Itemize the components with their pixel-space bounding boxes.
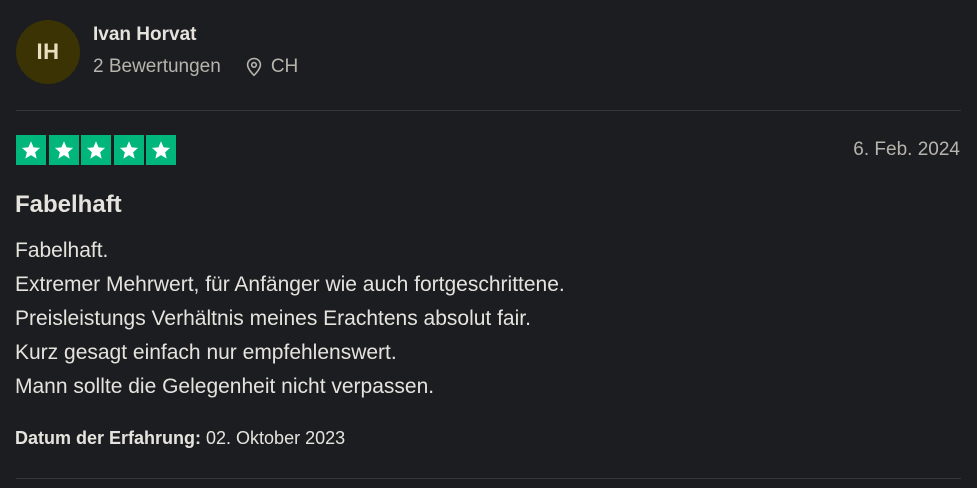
- experience-date: Datum der Erfahrung: 02. Oktober 2023: [15, 428, 345, 449]
- review-title[interactable]: Fabelhaft: [15, 191, 122, 219]
- review-body-line: Fabelhaft.: [15, 239, 109, 262]
- experience-date-label: Datum der Erfahrung:: [15, 428, 207, 448]
- experience-date-value: 02. Oktober 2023: [206, 428, 346, 448]
- star-icon: [48, 135, 79, 165]
- review-body-line: Extremer Mehrwert, für Anfänger wie auch…: [15, 273, 565, 296]
- star-icon: [16, 135, 46, 165]
- reviewer-location: CH: [245, 56, 298, 78]
- divider: [16, 478, 961, 479]
- reviewer-name[interactable]: Ivan Horvat: [93, 24, 196, 46]
- location-pin-icon: [246, 57, 262, 77]
- star-rating: [16, 135, 179, 165]
- review-body-line: Preisleistungs Verhältnis meines Erachte…: [15, 307, 531, 330]
- star-icon: [146, 135, 176, 165]
- star-icon: [113, 135, 144, 165]
- country-code: CH: [270, 56, 299, 77]
- review-body-line: Kurz gesagt einfach nur empfehlenswert.: [15, 341, 397, 364]
- review-card: IH Ivan Horvat 2 Bewertungen CH 6. Feb. …: [0, 0, 977, 488]
- avatar[interactable]: IH: [16, 20, 80, 84]
- review-body-line: Mann sollte die Gelegenheit nicht verpas…: [15, 375, 435, 398]
- reviewer-meta: 2 Bewertungen CH: [93, 56, 298, 78]
- avatar-initials: IH: [36, 39, 60, 64]
- review-body: Fabelhaft. Extremer Mehrwert, für Anfäng…: [15, 234, 565, 404]
- review-date: 6. Feb. 2024: [853, 139, 960, 160]
- star-icon: [81, 135, 111, 165]
- divider: [16, 110, 961, 111]
- review-count: 2 Bewertungen: [93, 56, 221, 77]
